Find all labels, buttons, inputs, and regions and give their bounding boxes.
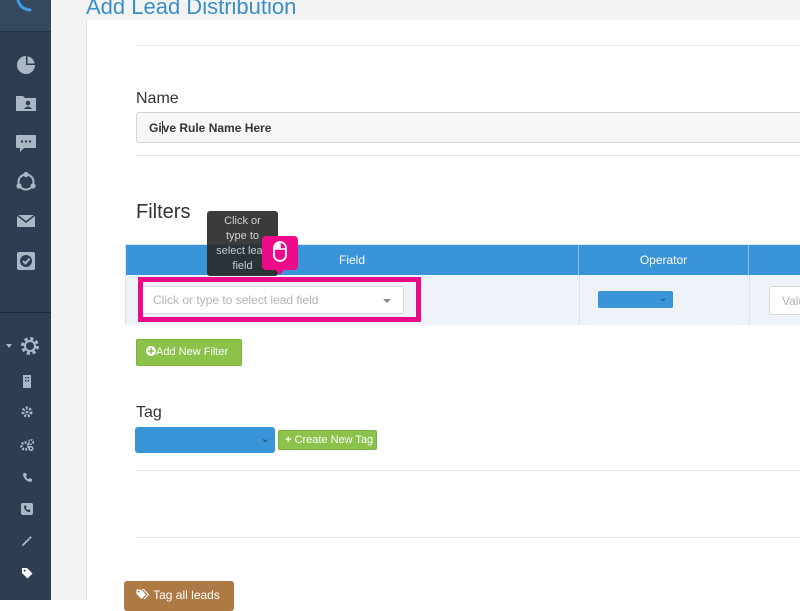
tag-select[interactable]: ⌄ [135, 427, 275, 453]
sidebar-item-calls[interactable] [20, 470, 34, 484]
add-new-filter-button[interactable]: Add New Filter [136, 339, 242, 366]
sidebar-item-advanced-settings[interactable] [20, 438, 34, 452]
sidebar-item-tags[interactable] [20, 566, 34, 580]
sidebar-logo[interactable] [0, 0, 51, 32]
sidebar-item-automation[interactable] [20, 534, 34, 548]
phone-small-icon [22, 472, 32, 482]
mouse-icon [273, 241, 287, 262]
divider [136, 155, 800, 156]
chevron-down-icon: ⌄ [658, 293, 667, 304]
rule-name-value-end: ve Rule Name Here [162, 121, 272, 135]
sidebar-item-messages[interactable] [13, 130, 39, 156]
sidebar-item-tasks[interactable] [13, 248, 39, 274]
phone-icon [16, 0, 32, 12]
sidebar-item-company[interactable] [20, 374, 34, 388]
create-new-tag-button[interactable]: + Create New Tag [278, 430, 377, 450]
sidebar-item-contacts[interactable] [13, 90, 39, 116]
column-header-operator: Operator [579, 245, 749, 275]
contacts-folder-icon [16, 96, 36, 111]
chevron-down-icon: ⌄ [260, 433, 270, 445]
add-new-filter-label: Add New Filter [156, 346, 229, 358]
tags-icon [136, 588, 150, 600]
column-header-value [749, 245, 800, 275]
rule-name-value-start: Gi [149, 121, 162, 135]
tooltip-line: Click or [224, 215, 261, 227]
focus-highlight [138, 277, 421, 322]
sidebar-item-mail[interactable] [13, 208, 39, 234]
checkbox-icon [17, 252, 35, 270]
divider [136, 470, 800, 471]
sidebar-item-phone-numbers[interactable] [20, 502, 34, 516]
magic-wand-icon [21, 535, 33, 547]
operator-select[interactable]: ⌄ [598, 291, 673, 308]
page-title: Add Lead Distribution [86, 0, 297, 19]
sidebar-divider [0, 312, 51, 313]
gears-icon [20, 439, 34, 451]
tag-icon [22, 568, 33, 579]
click-indicator [262, 236, 298, 270]
sidebar-item-dashboard[interactable] [13, 52, 39, 78]
sidebar [0, 0, 51, 600]
plus-icon: + [285, 434, 292, 446]
sidebar-item-general-settings[interactable] [20, 405, 34, 419]
divider [136, 537, 800, 538]
tag-label: Tag [136, 404, 162, 421]
gear-icon [21, 406, 33, 418]
plus-circle-icon [146, 346, 156, 356]
column-divider [749, 275, 750, 325]
phone-square-icon [21, 503, 33, 515]
share-icon [16, 171, 36, 191]
chat-icon [16, 135, 36, 152]
settings-gear-icon [6, 337, 39, 355]
mail-icon [16, 214, 36, 227]
filter-value-placeholder: Value [782, 294, 800, 308]
filters-heading: Filters [136, 201, 191, 223]
filter-value-input[interactable]: Value [769, 286, 800, 315]
rule-name-input[interactable]: Give Rule Name Here [136, 112, 800, 143]
pie-chart-icon [17, 56, 35, 74]
column-divider [579, 275, 580, 325]
tag-all-leads-button[interactable]: Tag all leads [124, 581, 234, 611]
column-header-field: Field [126, 245, 579, 275]
sidebar-item-settings[interactable] [4, 333, 44, 359]
sidebar-item-distribution[interactable] [13, 169, 39, 195]
divider [136, 45, 800, 46]
click-indicator-pointer [275, 269, 285, 275]
name-label: Name [136, 90, 179, 107]
building-icon [23, 374, 31, 388]
create-new-tag-label: Create New Tag [294, 434, 374, 446]
